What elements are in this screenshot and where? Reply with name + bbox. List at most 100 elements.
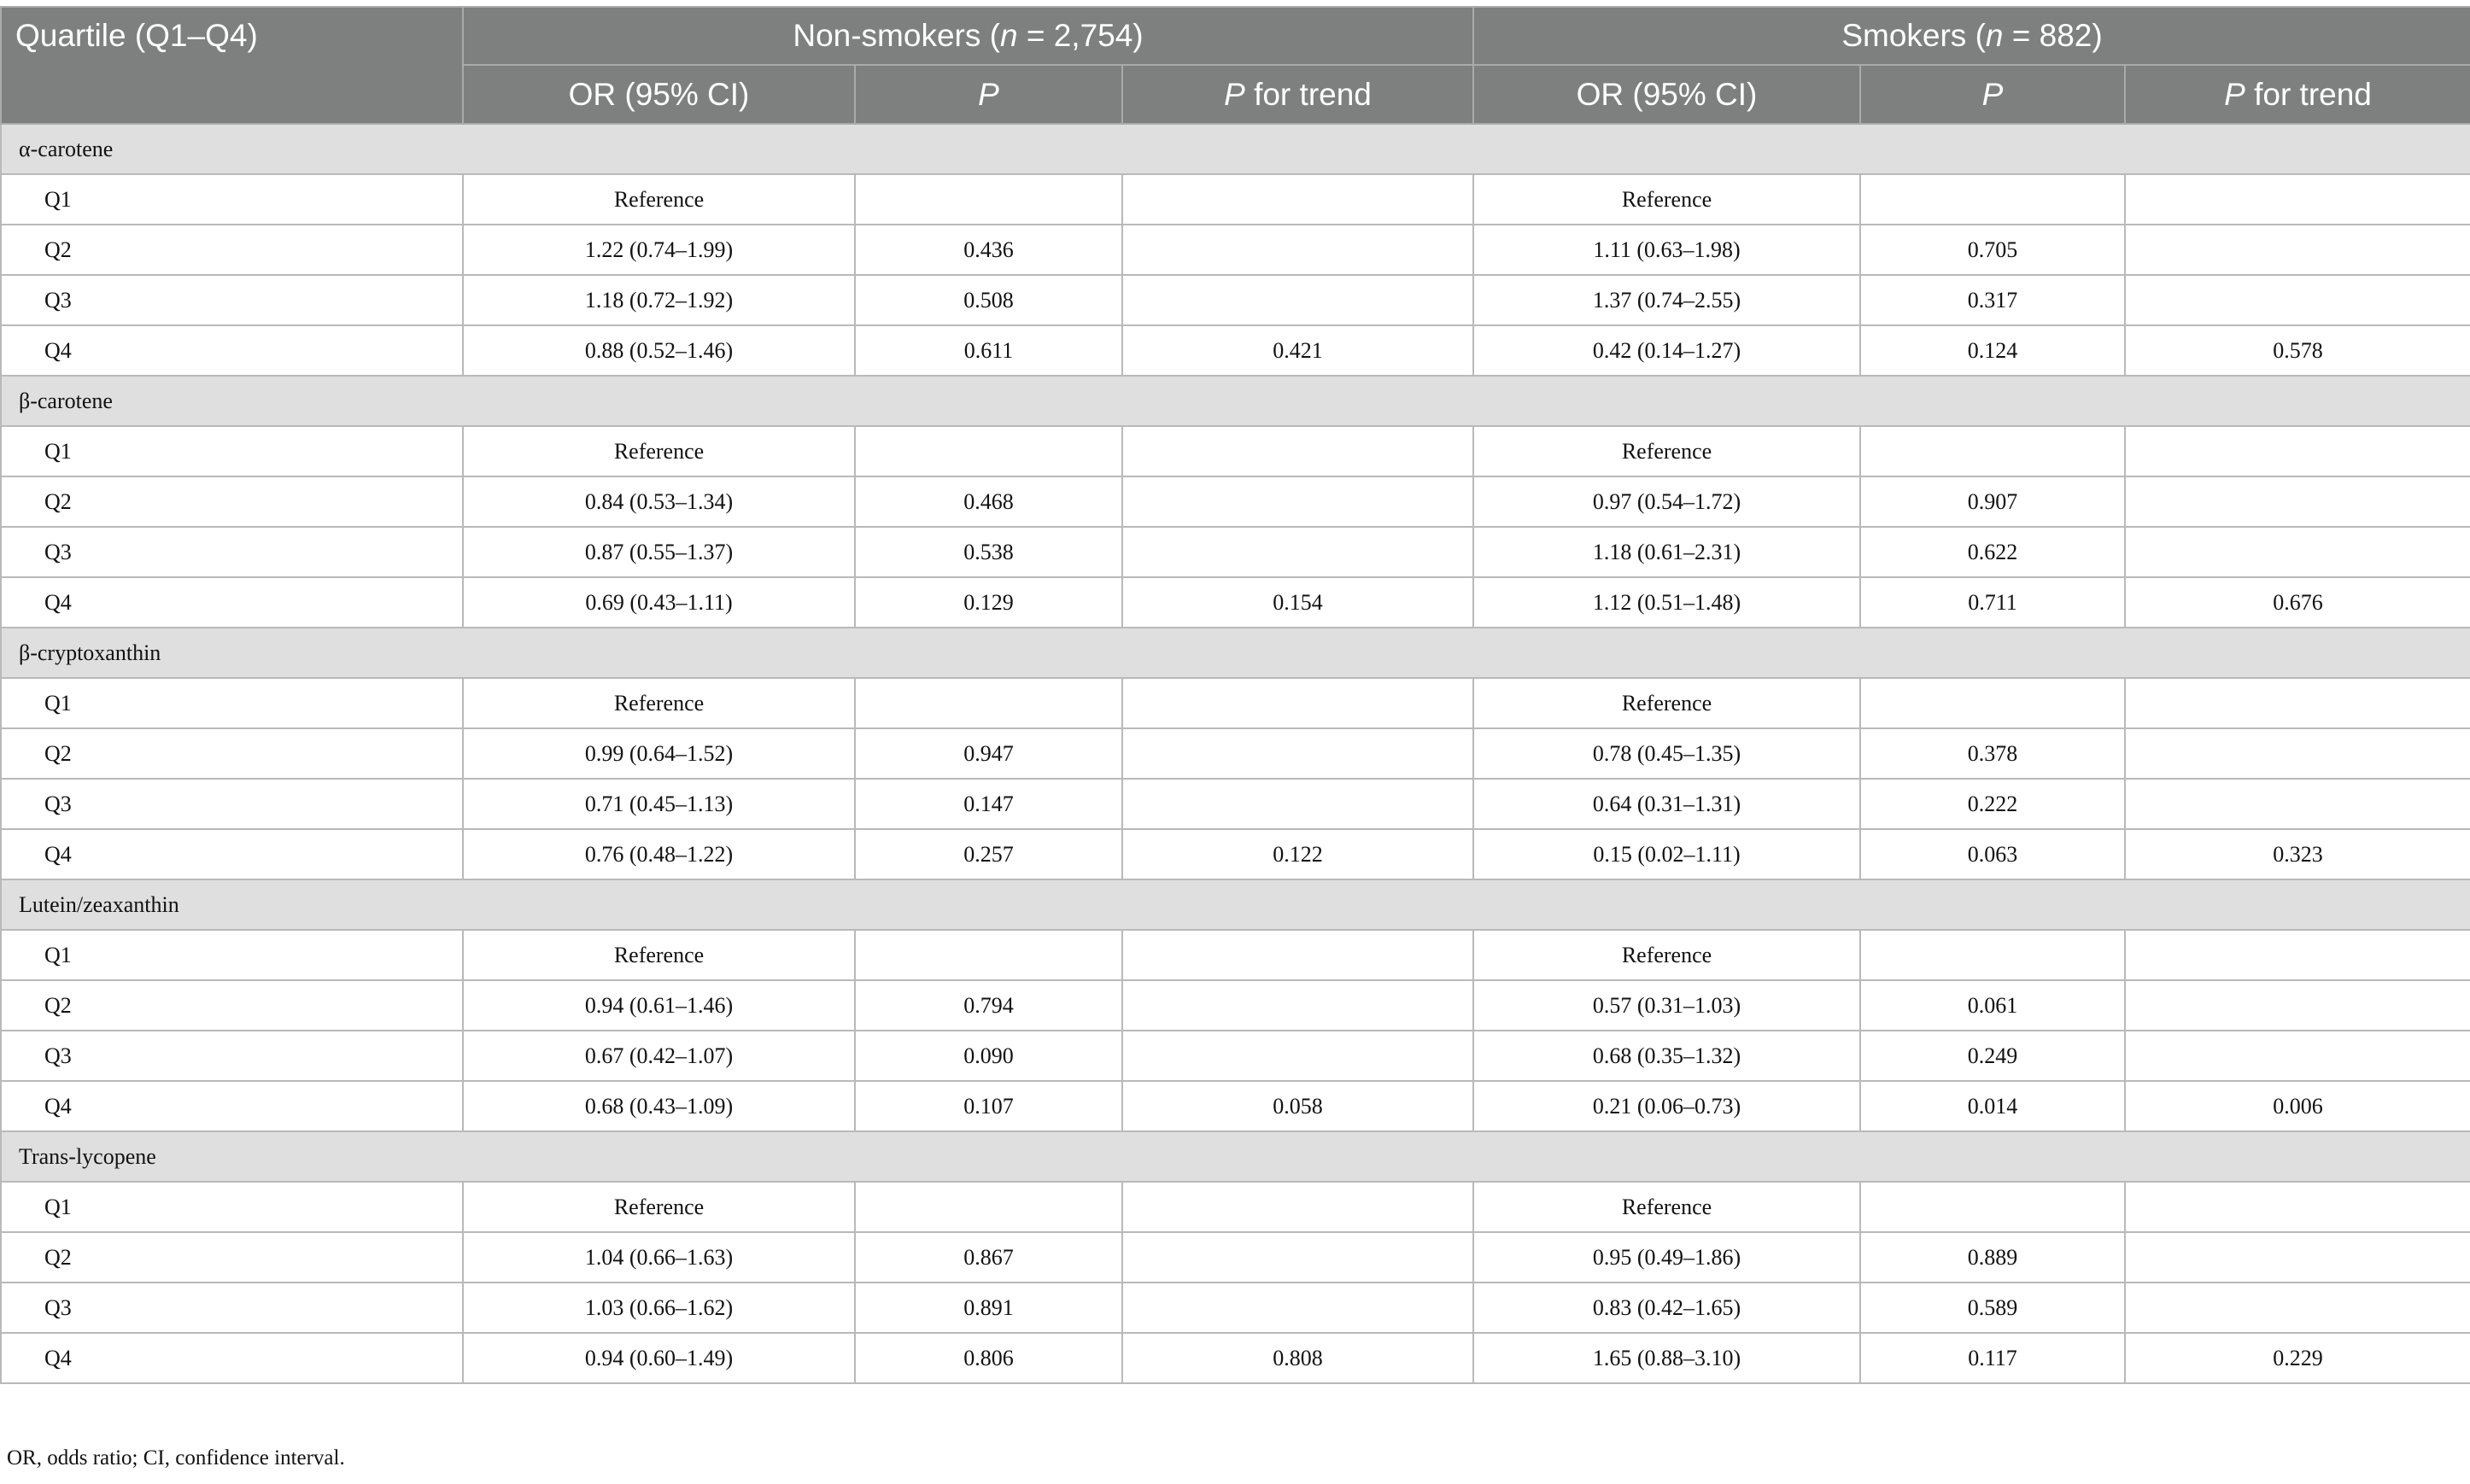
nonsmokers-p-trend-cell <box>1121 425 1474 477</box>
nonsmokers-or-ci-cell: 1.04 (0.66–1.63) <box>462 1231 856 1283</box>
table-row: Q4 0.94 (0.60–1.49) 0.806 0.808 1.65 (0.88–3… <box>0 1332 2470 1384</box>
table-row: Q4 0.88 (0.52–1.46) 0.611 0.421 0.42 (0.14–1… <box>0 324 2470 377</box>
smokers-p-cell <box>1859 425 2126 477</box>
quartile-cell: Q1 <box>0 173 464 225</box>
section-row: β-cryptoxanthin <box>0 627 2470 679</box>
nonsmokers-p-cell <box>854 173 1123 225</box>
smokers-p-trend-cell: 0.676 <box>2123 576 2470 628</box>
smokers-or-ci-cell: 0.95 (0.49–1.86) <box>1472 1231 1861 1283</box>
smokers-p-cell: 0.378 <box>1859 727 2126 780</box>
smokers-p-cell <box>1859 929 2126 981</box>
section-row: Trans-lycopene <box>0 1131 2470 1183</box>
smokers-p-cell: 0.117 <box>1859 1332 2126 1384</box>
table-footnote: OR, odds ratio; CI, confidence interval. <box>7 1446 345 1469</box>
nonsmokers-p-trend-cell: 0.154 <box>1121 576 1474 628</box>
nonsmokers-or-ci-cell: 0.99 (0.64–1.52) <box>462 727 856 780</box>
nonsmokers-p-cell: 0.891 <box>854 1282 1123 1334</box>
nonsmokers-p-trend-cell: 0.058 <box>1121 1080 1474 1132</box>
nonsmokers-p-trend-cell <box>1121 979 1474 1031</box>
smokers-p-cell: 0.222 <box>1859 778 2126 830</box>
quartile-cell: Q2 <box>0 476 464 528</box>
smokers-p-trend-cell: 0.006 <box>2123 1080 2470 1132</box>
table-row: Q3 1.03 (0.66–1.62) 0.891 0.83 (0.42–1.65) 0… <box>0 1282 2470 1334</box>
smokers-or-ci-cell: Reference <box>1472 425 1861 477</box>
smokers-or-ci-cell: 0.68 (0.35–1.32) <box>1472 1030 1861 1082</box>
smokers-or-ci-cell: 1.18 (0.61–2.31) <box>1472 526 1861 578</box>
section-title: α-carotene <box>0 123 2470 175</box>
nonsmokers-or-ci-cell: 0.68 (0.43–1.09) <box>462 1080 856 1132</box>
smokers-p-trend-cell <box>2123 727 2470 780</box>
table-row: Q3 0.87 (0.55–1.37) 0.538 1.18 (0.61–2.31) 0… <box>0 526 2470 578</box>
smokers-p-trend-cell <box>2123 1231 2470 1283</box>
table-row: Q2 1.22 (0.74–1.99) 0.436 1.11 (0.63–1.98) 0… <box>0 224 2470 276</box>
smokers-or-ci-cell: 0.64 (0.31–1.31) <box>1472 778 1861 830</box>
smokers-p-header: P <box>1859 64 2126 125</box>
nonsmokers-p-cell <box>854 677 1123 729</box>
quartile-header: Quartile (Q1–Q4) <box>0 6 464 125</box>
smokers-or-ci-cell: 1.12 (0.51–1.48) <box>1472 576 1861 628</box>
table-body: α-carotene Q1 Reference Reference Q2 1.22 (0.… <box>0 123 2470 1384</box>
smokers-p-trend-cell <box>2123 929 2470 981</box>
nonsmokers-or-ci-header: OR (95% CI) <box>462 64 856 125</box>
nonsmokers-p-cell <box>854 1181 1123 1233</box>
section-row: β-carotene <box>0 375 2470 427</box>
smokers-p-cell: 0.711 <box>1859 576 2126 628</box>
table-row: Q1 Reference Reference <box>0 677 2470 729</box>
smokers-or-ci-cell: 1.11 (0.63–1.98) <box>1472 224 1861 276</box>
nonsmokers-or-ci-cell: 1.03 (0.66–1.62) <box>462 1282 856 1334</box>
nonsmokers-p-trend-cell <box>1121 727 1474 780</box>
nonsmokers-p-cell: 0.611 <box>854 324 1123 377</box>
nonsmokers-p-trend-cell <box>1121 173 1474 225</box>
nonsmokers-p-trend-cell: 0.122 <box>1121 828 1474 880</box>
nonsmokers-p-cell: 0.129 <box>854 576 1123 628</box>
smokers-p-trend-cell <box>2123 425 2470 477</box>
smokers-p-cell <box>1859 1181 2126 1233</box>
smokers-p-trend-cell <box>2123 778 2470 830</box>
nonsmokers-p-cell: 0.257 <box>854 828 1123 880</box>
nonsmokers-or-ci-cell: Reference <box>462 173 856 225</box>
nonsmokers-or-ci-cell: Reference <box>462 929 856 981</box>
smokers-or-ci-cell: Reference <box>1472 677 1861 729</box>
smokers-p-trend-cell <box>2123 526 2470 578</box>
nonsmokers-or-ci-cell: 0.87 (0.55–1.37) <box>462 526 856 578</box>
nonsmokers-p-cell: 0.538 <box>854 526 1123 578</box>
section-row: α-carotene <box>0 123 2470 175</box>
smokers-or-ci-cell: Reference <box>1472 929 1861 981</box>
quartile-cell: Q4 <box>0 324 464 377</box>
smokers-p-trend-cell <box>2123 476 2470 528</box>
table-row: Q4 0.68 (0.43–1.09) 0.107 0.058 0.21 (0.06–0… <box>0 1080 2470 1132</box>
nonsmokers-p-trend-cell <box>1121 929 1474 981</box>
nonsmokers-p-cell: 0.468 <box>854 476 1123 528</box>
smokers-or-ci-cell: 1.65 (0.88–3.10) <box>1472 1332 1861 1384</box>
nonsmokers-p-cell <box>854 425 1123 477</box>
table-row: Q2 1.04 (0.66–1.63) 0.867 0.95 (0.49–1.86) 0… <box>0 1231 2470 1283</box>
smokers-p-trend-cell <box>2123 173 2470 225</box>
quartile-cell: Q4 <box>0 1080 464 1132</box>
table-row: Q3 1.18 (0.72–1.92) 0.508 1.37 (0.74–2.55) 0… <box>0 274 2470 326</box>
nonsmokers-p-trend-cell <box>1121 476 1474 528</box>
nonsmokers-p-cell: 0.806 <box>854 1332 1123 1384</box>
smokers-p-cell: 0.907 <box>1859 476 2126 528</box>
quartile-cell: Q2 <box>0 979 464 1031</box>
smokers-p-trend-cell <box>2123 1282 2470 1334</box>
section-title: Lutein/zeaxanthin <box>0 879 2470 931</box>
nonsmokers-p-trend-cell <box>1121 274 1474 326</box>
section-title: Trans-lycopene <box>0 1131 2470 1183</box>
nonsmokers-or-ci-cell: Reference <box>462 1181 856 1233</box>
quartile-cell: Q4 <box>0 1332 464 1384</box>
smokers-p-cell: 0.705 <box>1859 224 2126 276</box>
smokers-or-ci-cell: 1.37 (0.74–2.55) <box>1472 274 1861 326</box>
nonsmokers-or-ci-cell: Reference <box>462 425 856 477</box>
nonsmokers-p-trend-cell <box>1121 1231 1474 1283</box>
quartile-cell: Q1 <box>0 425 464 477</box>
nonsmokers-or-ci-cell: 0.67 (0.42–1.07) <box>462 1030 856 1082</box>
table-row: Q1 Reference Reference <box>0 425 2470 477</box>
quartile-cell: Q4 <box>0 828 464 880</box>
smokers-p-trend-cell: 0.578 <box>2123 324 2470 377</box>
nonsmokers-or-ci-cell: 0.76 (0.48–1.22) <box>462 828 856 880</box>
nonsmokers-p-trend-cell <box>1121 224 1474 276</box>
nonsmokers-p-trend-cell <box>1121 1282 1474 1334</box>
smokers-p-cell: 0.014 <box>1859 1080 2126 1132</box>
smokers-p-cell: 0.317 <box>1859 274 2126 326</box>
smokers-or-ci-cell: 0.78 (0.45–1.35) <box>1472 727 1861 780</box>
